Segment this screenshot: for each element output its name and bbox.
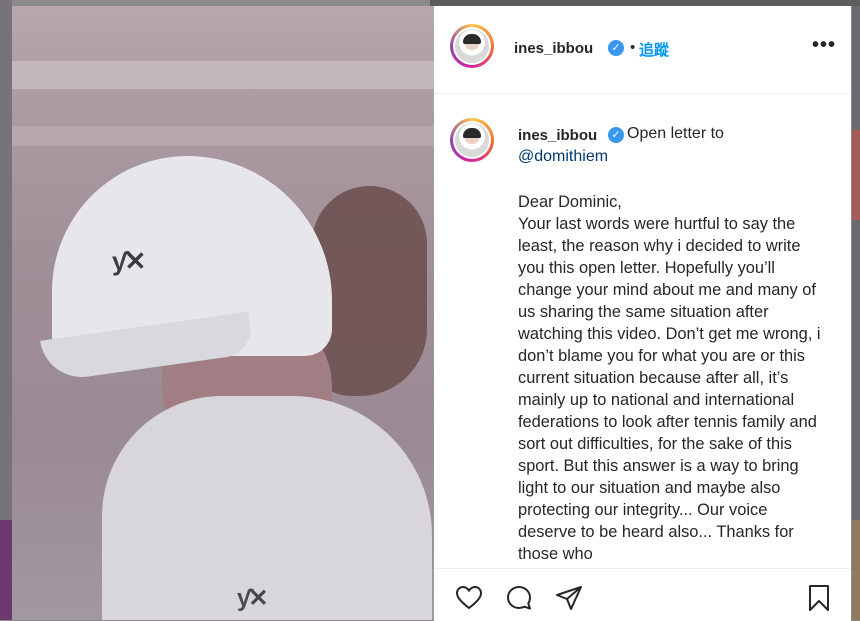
photo-background-band [12,126,434,146]
background-page-left-accent [0,520,12,620]
cap-logo-icon: ƴ✕ [112,246,146,276]
comment-avatar[interactable] [450,118,494,162]
speech-bubble-icon[interactable] [504,583,534,613]
more-options-icon[interactable]: ••• [812,34,836,57]
action-bar [434,568,851,621]
bookmark-icon[interactable] [804,583,834,613]
post-detail-panel: ines_ibbou ✓ • 追蹤 ••• ines_ibbou ✓ Open … [434,6,851,621]
avatar[interactable] [450,24,494,68]
post-photo[interactable]: ƴ✕ ƴ✕ [12,6,434,620]
comment-username[interactable]: ines_ibbou [518,127,597,144]
photo-background-band [12,61,434,89]
paper-plane-icon[interactable] [554,583,584,613]
post-header: ines_ibbou ✓ • 追蹤 ••• [434,6,851,94]
heart-icon[interactable] [454,583,484,613]
background-page-right-accent-2 [852,520,860,620]
verified-badge-icon: ✓ [608,40,624,56]
caption-text: Dear Dominic, Your last words were hurtf… [518,193,821,563]
background-page-right-accent [852,130,860,220]
separator-dot: • [630,39,636,56]
mention-link[interactable]: @domithiem [518,148,608,166]
photo-jacket [102,396,432,620]
jacket-logo-icon: ƴ✕ [237,585,269,612]
follow-button[interactable]: 追蹤 [639,39,669,60]
caption-heading: Open letter to [627,125,724,142]
author-username[interactable]: ines_ibbou [514,40,593,57]
verified-badge-icon: ✓ [608,127,624,143]
